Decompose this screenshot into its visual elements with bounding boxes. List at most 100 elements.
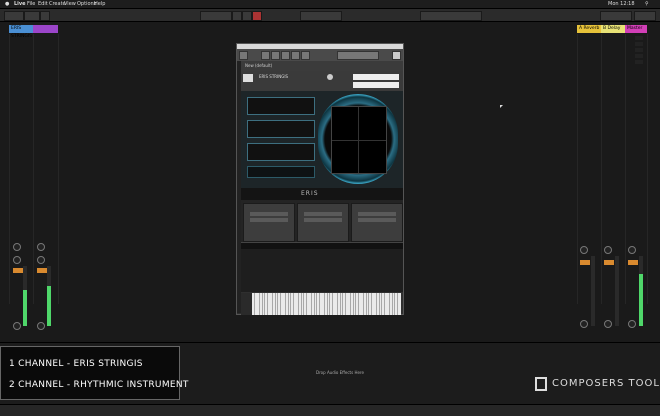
column-divider [58,34,59,304]
tempo-box[interactable] [4,11,24,21]
close-icon[interactable] [392,51,401,60]
pan-knob[interactable] [37,322,45,330]
brand-watermark: COMPOSERS TOOLS [532,374,660,400]
view-button[interactable] [281,51,290,60]
caption-line-2: 2 CHANNEL - RHYTHMIC INSTRUMENT [9,380,189,390]
drop-hint[interactable]: Drop Audio Effects Here [300,370,380,375]
track-activator-button[interactable] [13,268,23,273]
rack-status-bar [241,242,403,249]
apple-icon[interactable]: ● [5,0,9,8]
search-icon[interactable]: ⚲ [645,0,649,8]
empty-rack-area [241,242,403,292]
quick-load-button[interactable] [301,51,310,60]
macro-slider-3[interactable] [247,143,315,161]
clock: Mon 12:18 [608,1,635,7]
xy-pad[interactable] [331,106,387,174]
save-button[interactable] [271,51,280,60]
level-meter-fill [47,286,51,326]
cue-knob[interactable] [628,246,636,254]
macro-slider-2[interactable] [247,120,315,138]
level-meter [615,256,619,326]
mac-menubar: ● Live File Edit Create View Options Hel… [0,0,660,9]
mixer-strip-reverb [578,210,600,338]
kontakt-window: New (default) ERIS STRINGIS ERIS [236,43,404,315]
send-knob[interactable] [580,246,588,254]
loop-box[interactable] [300,11,342,21]
position-box[interactable] [200,11,232,21]
level-meter-fill [23,290,27,326]
midi-indicator [634,11,656,21]
mixer-strip-delay [602,210,624,338]
menu-help[interactable]: Help [94,0,105,8]
mixer-strip-2 [34,210,56,338]
track-activator-button[interactable] [37,268,47,273]
cpu-display [337,51,379,60]
scene-launch[interactable] [635,54,643,58]
scene-launch[interactable] [635,42,643,46]
instrument-panel [241,91,403,188]
master-activator[interactable] [628,260,638,265]
menu-app[interactable]: Live [14,0,26,8]
crosshair [332,140,386,141]
mode-selector[interactable] [247,166,315,178]
instrument-header: ERIS STRINGIS [241,71,403,92]
menu-edit[interactable]: Edit [38,0,48,8]
meter-box[interactable] [24,11,40,21]
browser-button[interactable] [261,51,270,60]
instrument-footer: ERIS [241,188,403,200]
ni-logo-icon[interactable] [239,51,248,60]
track-activator-button[interactable] [604,260,614,265]
instrument-name[interactable]: ERIS STRINGIS [259,74,288,79]
tune-knob[interactable] [327,74,333,80]
pan-knob[interactable] [580,320,588,328]
logo-icon [535,377,547,391]
pitch-mod-wheels[interactable] [241,293,252,315]
cpu-box [600,11,632,21]
articulation-panel [241,200,403,242]
volume-slider[interactable] [353,74,399,80]
multi-name[interactable]: New (default) [245,61,272,71]
menu-file[interactable]: File [27,0,35,8]
scope-icon [318,94,398,184]
level-meter [591,256,595,326]
mouse-pointer-icon [500,105,503,108]
transport-toolbar [0,9,660,22]
loop-length-box[interactable] [420,11,482,21]
scene-launch[interactable] [635,36,643,40]
metronome-button[interactable] [40,11,50,21]
track-header-master[interactable]: Master [625,25,647,33]
scene-launch[interactable] [635,48,643,52]
menu-view[interactable]: View [64,0,76,8]
track-header-1[interactable]: ERIS STRINGIS [9,25,33,39]
macro-slider-1[interactable] [247,97,315,115]
overlay-caption: 1 CHANNEL - ERIS STRINGIS 2 CHANNEL - RH… [0,346,188,400]
brand-text: COMPOSERS TOOLS [552,378,660,389]
pan-knob[interactable] [13,322,21,330]
send-a-knob[interactable] [37,243,45,251]
articulation-group-1[interactable] [243,203,295,242]
send-b-knob[interactable] [13,256,21,264]
scene-launch[interactable] [635,60,643,64]
level-meter-fill [639,274,643,326]
eris-logo: ERIS [301,190,319,197]
record-button[interactable] [252,11,262,21]
track-header-2[interactable] [33,25,58,33]
send-b-knob[interactable] [37,256,45,264]
articulation-group-2[interactable] [297,203,349,242]
track-header-delay[interactable]: B Delay [601,25,625,33]
kontakt-toolbar [237,49,403,61]
mixer-strip-1 [10,210,32,338]
pan-knob[interactable] [628,320,636,328]
stop-button[interactable] [242,11,252,21]
track-activator-button[interactable] [580,260,590,265]
track-header-reverb[interactable]: A Reverb [577,25,601,33]
pan-knob[interactable] [604,320,612,328]
articulation-group-3[interactable] [351,203,403,242]
send-knob[interactable] [604,246,612,254]
send-a-knob[interactable] [13,243,21,251]
pan-slider[interactable] [353,82,399,88]
keyboard-button[interactable] [291,51,300,60]
caption-line-1: 1 CHANNEL - ERIS STRINGIS [9,359,143,369]
play-button[interactable] [232,11,242,21]
piano-keyboard[interactable] [252,293,401,315]
